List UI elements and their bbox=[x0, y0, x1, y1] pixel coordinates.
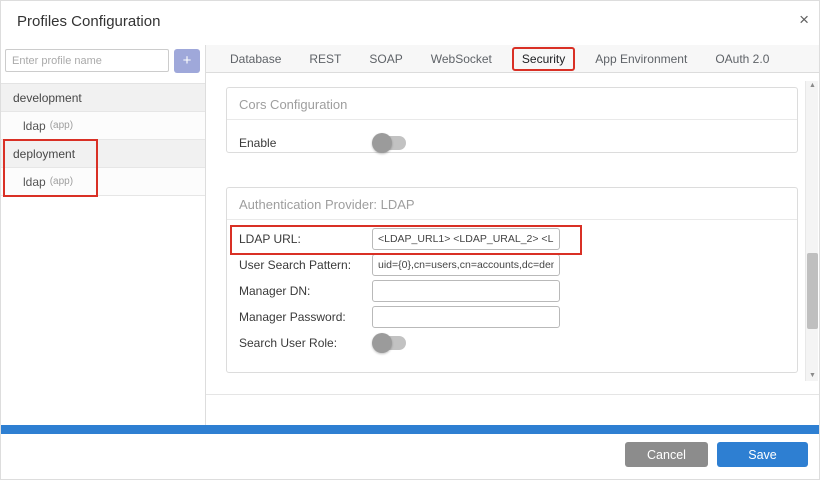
section-title-ldap: Authentication Provider: LDAP bbox=[227, 188, 797, 219]
manager-dn-input[interactable] bbox=[372, 280, 560, 302]
sidebar-item-label: development bbox=[13, 91, 82, 105]
profiles-list: development ldap (app) deployment ldap (… bbox=[1, 83, 205, 196]
tab-bar: Database REST SOAP WebSocket Security Ap… bbox=[206, 45, 820, 73]
tab-websocket[interactable]: WebSocket bbox=[417, 52, 506, 66]
main-panel: Database REST SOAP WebSocket Security Ap… bbox=[206, 45, 820, 425]
dialog-footer: Cancel Save bbox=[1, 434, 820, 480]
sidebar-item-label: deployment bbox=[13, 147, 75, 161]
sidebar-item-ldap-deployment[interactable]: ldap (app) bbox=[1, 168, 205, 196]
manager-password-label: Manager Password: bbox=[239, 310, 372, 324]
user-search-pattern-label: User Search Pattern: bbox=[239, 258, 372, 272]
manager-dn-row: Manager DN: bbox=[239, 278, 785, 304]
tab-security[interactable]: Security bbox=[512, 47, 575, 71]
ldap-url-input[interactable] bbox=[372, 228, 560, 250]
toggle-knob bbox=[372, 133, 392, 153]
sidebar-item-suffix: (app) bbox=[50, 176, 73, 187]
profiles-configuration-dialog: Profiles Configuration × + development l… bbox=[0, 0, 820, 480]
tab-soap[interactable]: SOAP bbox=[355, 52, 416, 66]
cancel-button[interactable]: Cancel bbox=[625, 442, 708, 467]
sidebar-item-suffix: (app) bbox=[50, 120, 73, 131]
manager-password-input[interactable] bbox=[372, 306, 560, 328]
footer-accent-bar bbox=[1, 425, 820, 434]
tab-oauth[interactable]: OAuth 2.0 bbox=[701, 52, 783, 66]
search-user-role-label: Search User Role: bbox=[239, 336, 372, 350]
sidebar-item-deployment[interactable]: deployment bbox=[1, 140, 205, 168]
manager-dn-label: Manager DN: bbox=[239, 284, 372, 298]
search-user-role-row: Search User Role: bbox=[239, 330, 785, 356]
dialog-header: Profiles Configuration × bbox=[1, 1, 820, 45]
authentication-provider-card: Authentication Provider: LDAP LDAP URL: … bbox=[226, 187, 798, 373]
profiles-sidebar: + development ldap (app) deployment ldap… bbox=[1, 45, 206, 425]
security-content: Cors Configuration Enable Authentication… bbox=[206, 73, 820, 395]
user-search-pattern-input[interactable] bbox=[372, 254, 560, 276]
profile-name-row: + bbox=[5, 49, 202, 73]
section-title-cors: Cors Configuration bbox=[227, 88, 797, 119]
enable-label: Enable bbox=[239, 136, 372, 150]
page-title: Profiles Configuration bbox=[17, 13, 160, 30]
sidebar-item-development[interactable]: development bbox=[1, 84, 205, 112]
tab-app-environment[interactable]: App Environment bbox=[581, 52, 701, 66]
tab-rest[interactable]: REST bbox=[295, 52, 355, 66]
toggle-knob bbox=[372, 333, 392, 353]
save-button[interactable]: Save bbox=[717, 442, 808, 467]
add-profile-button[interactable]: + bbox=[174, 49, 200, 73]
sidebar-item-ldap-development[interactable]: ldap (app) bbox=[1, 112, 205, 140]
vertical-scrollbar[interactable]: ▲ ▼ bbox=[805, 81, 818, 381]
ldap-url-row: LDAP URL: bbox=[239, 226, 785, 252]
user-search-pattern-row: User Search Pattern: bbox=[239, 252, 785, 278]
cors-enable-toggle[interactable] bbox=[372, 133, 408, 153]
ldap-fields: LDAP URL: User Search Pattern: Manager D… bbox=[227, 220, 797, 356]
sidebar-item-label: ldap bbox=[23, 175, 46, 189]
profile-name-input[interactable] bbox=[5, 49, 169, 72]
search-user-role-toggle[interactable] bbox=[372, 333, 408, 353]
scroll-up-icon[interactable]: ▲ bbox=[806, 81, 819, 91]
cors-configuration-card: Cors Configuration Enable bbox=[226, 87, 798, 153]
close-icon[interactable]: × bbox=[799, 11, 809, 28]
manager-password-row: Manager Password: bbox=[239, 304, 785, 330]
scroll-down-icon[interactable]: ▼ bbox=[806, 371, 819, 381]
scrollbar-thumb[interactable] bbox=[807, 253, 818, 329]
ldap-url-label: LDAP URL: bbox=[239, 232, 372, 246]
tab-database[interactable]: Database bbox=[216, 52, 295, 66]
sidebar-item-label: ldap bbox=[23, 119, 46, 133]
cors-fields: Enable bbox=[227, 120, 797, 160]
enable-row: Enable bbox=[239, 126, 785, 160]
